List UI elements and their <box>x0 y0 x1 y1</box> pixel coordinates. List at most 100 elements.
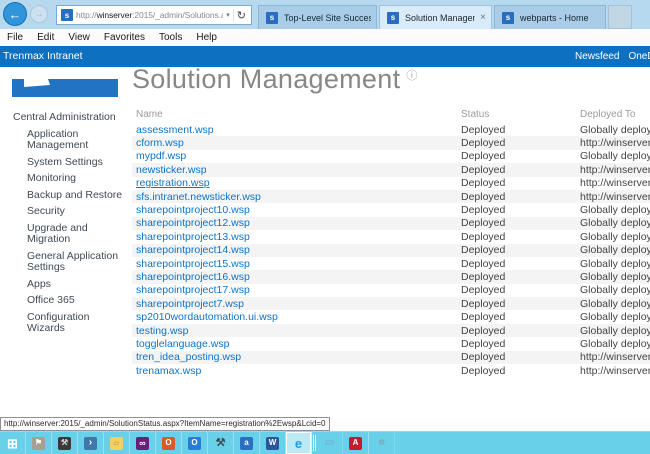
deployed-to-cell: http://winserver/ <box>580 364 650 377</box>
table-row: sharepointproject7.wsp Deployed Globally d… <box>132 297 650 311</box>
refresh-icon[interactable]: ↻ <box>232 8 249 22</box>
deployed-to-cell: http://winserver/... <box>580 177 650 190</box>
back-button[interactable]: ← <box>3 2 27 26</box>
menu-item-help[interactable]: Help <box>196 32 217 43</box>
powershell-icon: › <box>84 436 97 450</box>
office-app-blue-icon[interactable]: O <box>182 432 208 454</box>
solution-name-link[interactable]: assessment.wsp <box>136 124 461 136</box>
sidebar-item[interactable]: Apps <box>0 278 132 292</box>
solution-name-link[interactable]: testing.wsp <box>136 325 461 337</box>
solution-name-link[interactable]: sp2010wordautomation.ui.wsp <box>136 311 461 323</box>
taskbar: ⊞ ⚑ ⚒ › ▱ ∞ O O ⚒ a We ▭ A ☻ <box>0 431 650 454</box>
solution-name-link[interactable]: sharepointproject7.wsp <box>136 298 461 310</box>
adobe-reader-icon[interactable]: A <box>343 432 369 454</box>
office-app-orange-icon[interactable]: O <box>156 432 182 454</box>
start-button: ⊞ <box>7 435 18 451</box>
tab-title: Top-Level Site Successfully Cre... <box>284 12 371 23</box>
table-body: assessment.wsp Deployed Globally deployed.… <box>132 123 650 377</box>
start-button[interactable]: ⊞ <box>0 432 26 454</box>
sidebar-item[interactable]: General Application Settings <box>0 250 132 275</box>
solution-name-link[interactable]: sharepointproject17.wsp <box>136 284 461 296</box>
page-content: Solution Management ⓘ Central Administrat… <box>0 67 650 431</box>
tab-bar: s Top-Level Site Successfully Cre... s Solu… <box>258 5 632 29</box>
sharepoint-favicon-icon: s <box>502 11 514 24</box>
menu-item-view[interactable]: View <box>68 32 90 43</box>
address-bar[interactable]: s http://winserver:2015/_admin/Solutions… <box>56 5 252 25</box>
sidebar-item[interactable]: System Settings <box>0 156 132 170</box>
sidebar-item[interactable]: Office 365 <box>0 294 132 308</box>
table-row: sharepointproject16.wsp Deployed Globally … <box>132 270 650 284</box>
access-app-icon[interactable]: a <box>234 432 260 454</box>
browser-tab[interactable]: s Solution Management× <box>379 5 492 29</box>
status-cell: Deployed <box>461 163 506 176</box>
solution-name-link[interactable]: newsticker.wsp <box>136 164 461 176</box>
status-cell: Deployed <box>461 351 506 364</box>
file-explorer-icon[interactable]: ▱ <box>104 432 130 454</box>
solution-name-link[interactable]: tren_idea_posting.wsp <box>136 351 461 363</box>
solution-name-link[interactable]: trenamax.wsp <box>136 365 461 377</box>
sidebar-item[interactable]: Central Administration <box>0 111 132 125</box>
close-tab-icon[interactable]: × <box>475 12 486 23</box>
solution-name-link[interactable]: sharepointproject14.wsp <box>136 244 461 256</box>
menu-item-edit[interactable]: Edit <box>37 32 54 43</box>
table-row: sharepointproject17.wsp Deployed Globally … <box>132 284 650 297</box>
solution-name-link[interactable]: mypdf.wsp <box>136 150 461 162</box>
menu-item-tools[interactable]: Tools <box>159 32 182 43</box>
suite-link-newsfeed[interactable]: Newsfeed <box>575 51 619 62</box>
remote-desktop-icon[interactable]: ▭ <box>317 432 343 454</box>
chevron-down-icon[interactable]: ▾ <box>223 11 233 19</box>
solution-name-link[interactable]: sharepointproject10.wsp <box>136 204 461 216</box>
status-cell: Deployed <box>461 257 506 270</box>
deployed-to-cell: Globally deployed. <box>580 311 650 324</box>
new-tab-button[interactable] <box>608 5 632 29</box>
solution-name-link[interactable]: sfs.intranet.newsticker.wsp <box>136 191 461 203</box>
word-icon: W <box>266 436 279 450</box>
status-cell: Deployed <box>461 324 506 337</box>
solution-name-link[interactable]: sharepointproject15.wsp <box>136 258 461 270</box>
address-url[interactable]: http://winserver:2015/_admin/Solutions.a… <box>76 10 223 20</box>
table-row: trenamax.wsp Deployed http://winserver/ <box>132 364 650 377</box>
status-cell: Deployed <box>461 204 506 217</box>
solution-name-link[interactable]: registration.wsp <box>136 177 461 189</box>
sidebar-item[interactable]: Security <box>0 205 132 219</box>
table-row: sharepointproject15.wsp Deployed Globally … <box>132 257 650 270</box>
powershell-icon[interactable]: › <box>78 432 104 454</box>
menu-item-favorites[interactable]: Favorites <box>104 32 145 43</box>
server-manager-icon[interactable]: ⚑ <box>26 432 52 454</box>
admin-tools-icon: ⚒ <box>58 436 71 450</box>
sidebar-item[interactable]: Monitoring <box>0 172 132 186</box>
taskbar-separator <box>313 435 316 451</box>
sidebar-item[interactable]: Backup and Restore <box>0 189 132 203</box>
solution-name-link[interactable]: sharepointproject16.wsp <box>136 271 461 283</box>
forward-button[interactable]: → <box>30 5 48 23</box>
visual-studio-icon[interactable]: ∞ <box>130 432 156 454</box>
table-row: sharepointproject12.wsp Deployed Globally … <box>132 216 650 231</box>
user-profile-icon[interactable]: ☻ <box>369 432 395 454</box>
browser-tab[interactable]: s webparts - Home <box>494 5 606 29</box>
sidebar-item[interactable]: Configuration Wizards <box>0 311 132 336</box>
deployed-to-cell: Globally deployed. <box>580 217 650 230</box>
solution-name-link[interactable]: sharepointproject12.wsp <box>136 217 461 229</box>
internet-explorer-icon[interactable]: e <box>286 432 312 454</box>
forward-arrow-icon: → <box>34 8 44 20</box>
user-profile-icon: ☻ <box>376 437 387 448</box>
deployed-to-cell: Globally deployed. <box>580 270 650 283</box>
solution-name-link[interactable]: togglelanguage.wsp <box>136 338 461 350</box>
suite-link-onedrive[interactable]: OneDrive <box>628 51 650 62</box>
browser-tab[interactable]: s Top-Level Site Successfully Cre... <box>258 5 377 29</box>
sidebar-item[interactable]: Application Management <box>0 128 132 153</box>
status-cell: Deployed <box>461 364 506 377</box>
deployed-to-cell: Globally deployed. <box>580 230 650 243</box>
info-icon[interactable]: ⓘ <box>406 70 417 82</box>
solution-name-link[interactable]: sharepointproject13.wsp <box>136 231 461 243</box>
sidebar-item[interactable]: Upgrade and Migration <box>0 222 132 247</box>
management-studio-icon: ⚒ <box>215 436 226 449</box>
suite-bar-site-link[interactable]: Trenmax Intranet <box>3 50 83 62</box>
access-app-icon: a <box>240 436 253 450</box>
admin-tools-icon[interactable]: ⚒ <box>52 432 78 454</box>
solution-name-link[interactable]: cform.wsp <box>136 137 461 149</box>
menu-item-file[interactable]: File <box>7 32 23 43</box>
word-icon[interactable]: W <box>260 432 286 454</box>
management-studio-icon[interactable]: ⚒ <box>208 432 234 454</box>
file-explorer-icon: ▱ <box>110 436 123 450</box>
